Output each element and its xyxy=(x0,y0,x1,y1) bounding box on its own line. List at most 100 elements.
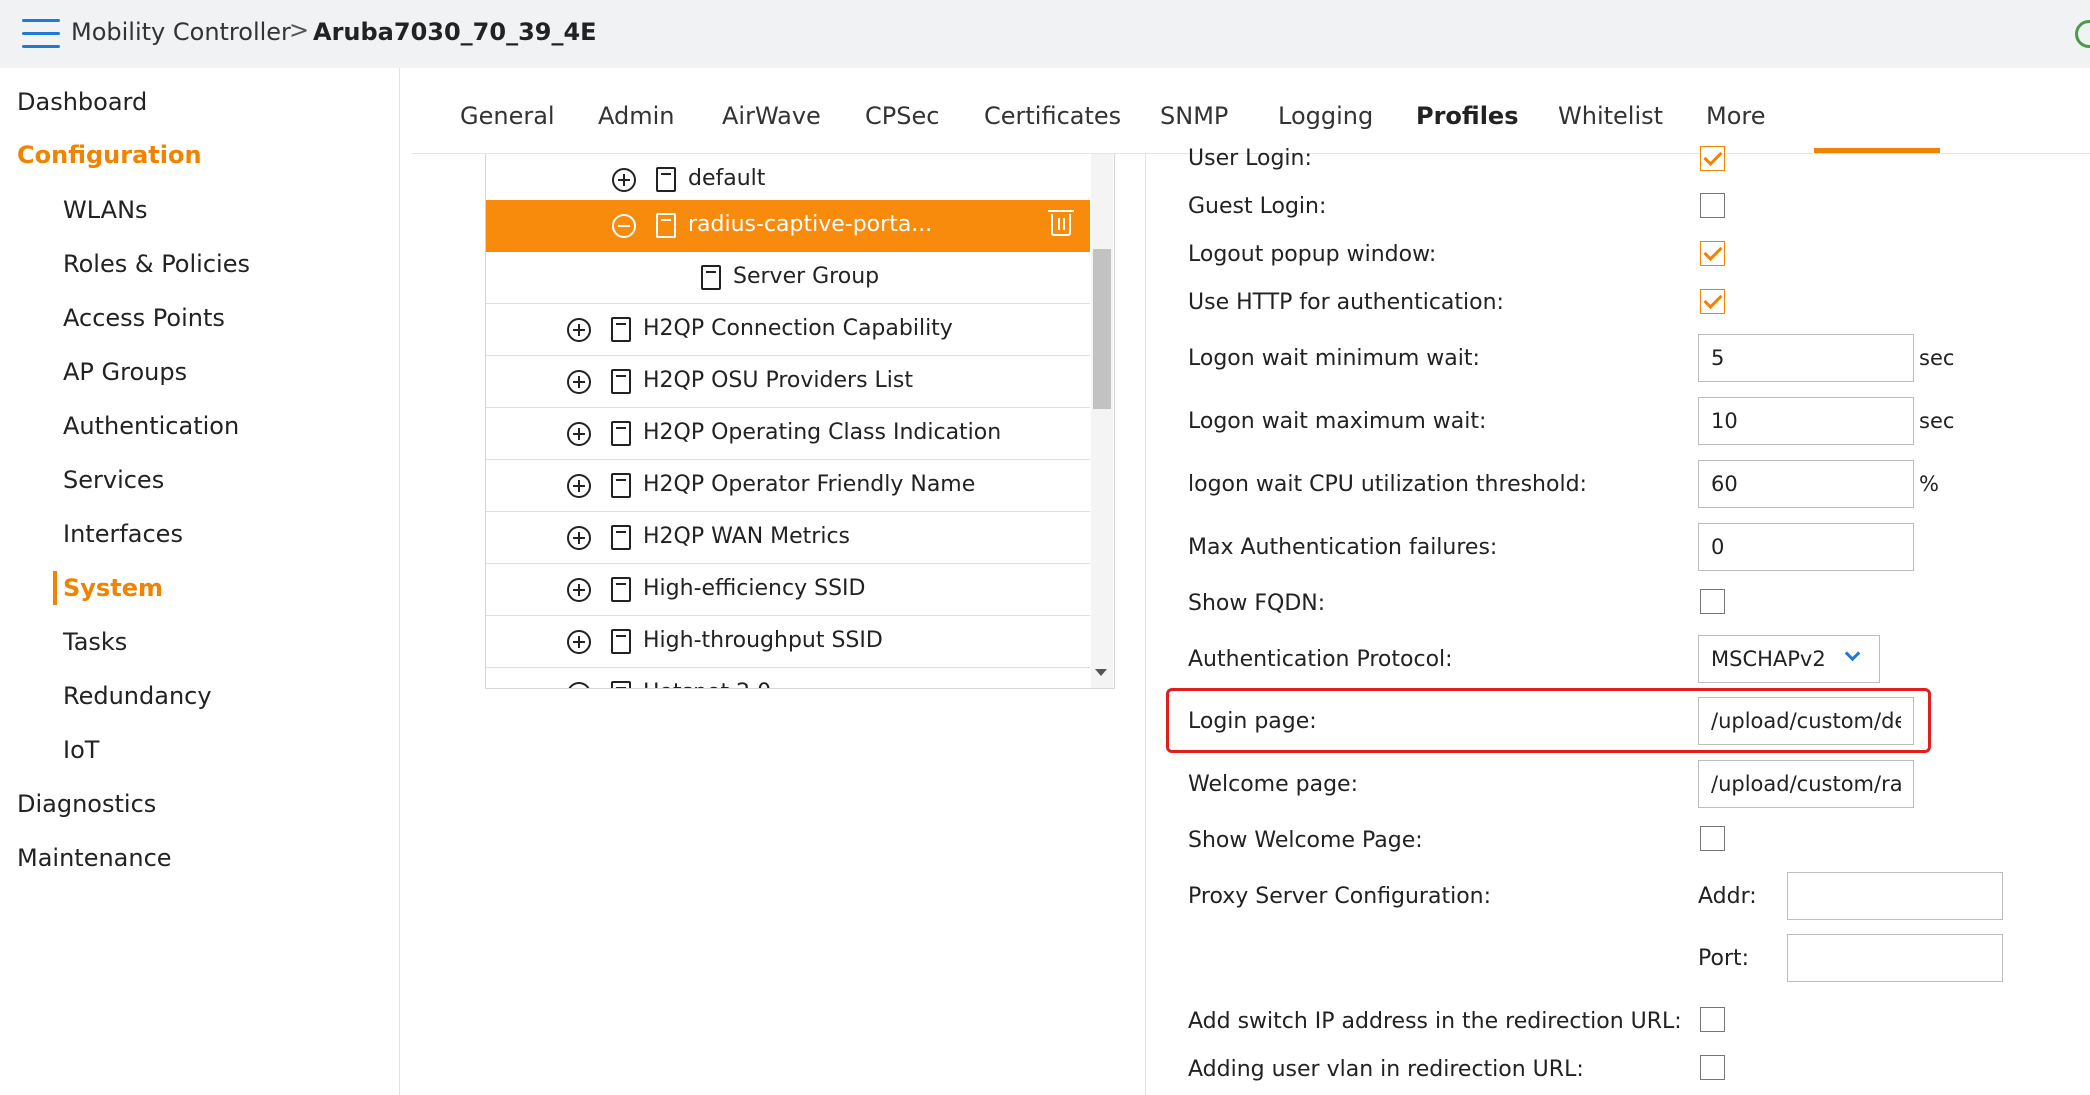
tree-row-server-group[interactable]: Server Group xyxy=(486,252,1090,304)
tree-row-label: H2QP Operating Class Indication xyxy=(643,420,1002,445)
input-max-auth-failures[interactable] xyxy=(1698,523,1914,571)
tab-certificates[interactable]: Certificates xyxy=(984,102,1121,130)
input-login-page[interactable] xyxy=(1698,697,1914,745)
label-proxy-port: Port: xyxy=(1698,946,1750,971)
nav-services[interactable]: Services xyxy=(63,466,164,494)
nav-ap-groups[interactable]: AP Groups xyxy=(63,358,187,386)
tree-row-label: H2QP OSU Providers List xyxy=(643,368,913,393)
expand-icon[interactable] xyxy=(567,630,591,654)
label-add-switch-ip: Add switch IP address in the redirection… xyxy=(1188,1009,1682,1034)
breadcrumb-mobility-controller[interactable]: Mobility Controller xyxy=(71,18,291,46)
nav-system[interactable]: System xyxy=(63,574,163,602)
tab-general[interactable]: General xyxy=(460,102,555,130)
expand-icon[interactable] xyxy=(612,168,636,192)
checkbox-use-http[interactable] xyxy=(1700,289,1725,314)
scrollbar-thumb[interactable] xyxy=(1093,249,1111,409)
tab-snmp[interactable]: SNMP xyxy=(1160,102,1228,130)
label-max-auth-failures: Max Authentication failures: xyxy=(1188,535,1498,560)
collapse-icon[interactable] xyxy=(612,214,636,238)
label-use-http: Use HTTP for authentication: xyxy=(1188,290,1504,315)
profile-doc-icon xyxy=(611,681,631,688)
expand-icon[interactable] xyxy=(567,474,591,498)
tree-row-high-efficiency-ssid[interactable]: High-efficiency SSID xyxy=(486,564,1090,616)
label-logon-max-wait: Logon wait maximum wait: xyxy=(1188,409,1487,434)
profile-doc-icon xyxy=(611,473,631,498)
nav-diagnostics[interactable]: Diagnostics xyxy=(17,790,156,818)
input-proxy-port[interactable] xyxy=(1787,934,2003,982)
tree-scrollbar[interactable] xyxy=(1091,154,1113,688)
expand-icon[interactable] xyxy=(567,370,591,394)
nav-access-points[interactable]: Access Points xyxy=(63,304,225,332)
checkbox-adding-user-vlan[interactable] xyxy=(1700,1055,1725,1080)
expand-icon[interactable] xyxy=(567,526,591,550)
expand-icon[interactable] xyxy=(567,422,591,446)
status-icon[interactable] xyxy=(2075,20,2090,48)
profile-doc-icon xyxy=(611,317,631,342)
label-auth-protocol: Authentication Protocol: xyxy=(1188,647,1453,672)
checkbox-guest-login[interactable] xyxy=(1700,193,1725,218)
label-guest-login: Guest Login: xyxy=(1188,194,1327,219)
nav-wlans[interactable]: WLANs xyxy=(63,196,148,224)
tab-admin[interactable]: Admin xyxy=(598,102,675,130)
nav-interfaces[interactable]: Interfaces xyxy=(63,520,183,548)
tree-row-h2qp-operator-name[interactable]: H2QP Operator Friendly Name xyxy=(486,460,1090,512)
nav-maintenance[interactable]: Maintenance xyxy=(17,844,172,872)
expand-icon[interactable] xyxy=(567,318,591,342)
tab-profiles[interactable]: Profiles xyxy=(1416,102,1519,130)
tab-airwave[interactable]: AirWave xyxy=(722,102,821,130)
tab-whitelist[interactable]: Whitelist xyxy=(1558,102,1663,130)
input-welcome-page[interactable] xyxy=(1698,760,1914,808)
unit-percent: % xyxy=(1919,472,1939,496)
label-user-login: User Login: xyxy=(1188,146,1312,171)
tab-more[interactable]: More xyxy=(1706,102,1766,130)
profile-doc-icon xyxy=(611,577,631,602)
nav-tasks[interactable]: Tasks xyxy=(63,628,127,656)
scroll-down-arrow-icon[interactable] xyxy=(1095,669,1107,676)
tree-row-h2qp-osu-providers[interactable]: H2QP OSU Providers List xyxy=(486,356,1090,408)
nav-configuration[interactable]: Configuration xyxy=(17,141,202,169)
chevron-down-icon xyxy=(1844,645,1861,662)
tree-row-h2qp-connection-capability[interactable]: H2QP Connection Capability xyxy=(486,304,1090,356)
hamburger-menu-icon[interactable] xyxy=(22,19,60,49)
input-logon-max-wait[interactable] xyxy=(1698,397,1914,445)
label-show-fqdn: Show FQDN: xyxy=(1188,591,1326,616)
checkbox-add-switch-ip[interactable] xyxy=(1700,1007,1725,1032)
profile-doc-icon xyxy=(656,167,676,192)
input-proxy-addr[interactable] xyxy=(1787,872,2003,920)
nav-iot[interactable]: IoT xyxy=(63,736,99,764)
tree-row-label: radius-captive-porta... xyxy=(688,212,933,237)
label-cpu-threshold: logon wait CPU utilization threshold: xyxy=(1188,472,1587,497)
tree-row-label: Server Group xyxy=(733,264,880,289)
tree-row-radius-captive-portal[interactable]: radius-captive-porta... xyxy=(486,200,1090,252)
tree-row-label: H2QP Operator Friendly Name xyxy=(643,472,976,497)
input-logon-min-wait[interactable] xyxy=(1698,334,1914,382)
select-auth-protocol[interactable]: MSCHAPv2 xyxy=(1698,635,1880,683)
checkbox-show-fqdn[interactable] xyxy=(1700,589,1725,614)
tree-row-h2qp-operating-class[interactable]: H2QP Operating Class Indication xyxy=(486,408,1090,460)
label-logon-min-wait: Logon wait minimum wait: xyxy=(1188,346,1480,371)
tree-row-hotspot[interactable]: Hotspot 2.0 xyxy=(486,668,1090,688)
tree-row-label: Hotspot 2.0 xyxy=(643,680,771,688)
profile-doc-icon xyxy=(656,213,676,238)
nav-redundancy[interactable]: Redundancy xyxy=(63,682,212,710)
profile-doc-icon xyxy=(611,525,631,550)
checkbox-logout-popup[interactable] xyxy=(1700,241,1725,266)
nav-dashboard[interactable]: Dashboard xyxy=(17,88,147,116)
label-login-page: Login page: xyxy=(1188,709,1317,734)
trash-icon[interactable] xyxy=(1048,210,1074,236)
checkbox-user-login[interactable] xyxy=(1700,146,1725,171)
tree-row-default[interactable]: default xyxy=(486,154,1090,206)
nav-roles-policies[interactable]: Roles & Policies xyxy=(63,250,250,278)
nav-authentication[interactable]: Authentication xyxy=(63,412,239,440)
label-proxy-addr: Addr: xyxy=(1698,884,1757,909)
expand-icon[interactable] xyxy=(567,682,591,688)
input-cpu-threshold[interactable] xyxy=(1698,460,1914,508)
checkbox-show-welcome-page[interactable] xyxy=(1700,826,1725,851)
tree-row-h2qp-wan-metrics[interactable]: H2QP WAN Metrics xyxy=(486,512,1090,564)
tree-row-high-throughput-ssid[interactable]: High-throughput SSID xyxy=(486,616,1090,668)
profile-doc-icon xyxy=(611,421,631,446)
tab-logging[interactable]: Logging xyxy=(1278,102,1373,130)
system-tabs: General Admin AirWave CPSec Certificates… xyxy=(412,68,2090,154)
expand-icon[interactable] xyxy=(567,578,591,602)
tab-cpsec[interactable]: CPSec xyxy=(865,102,939,130)
